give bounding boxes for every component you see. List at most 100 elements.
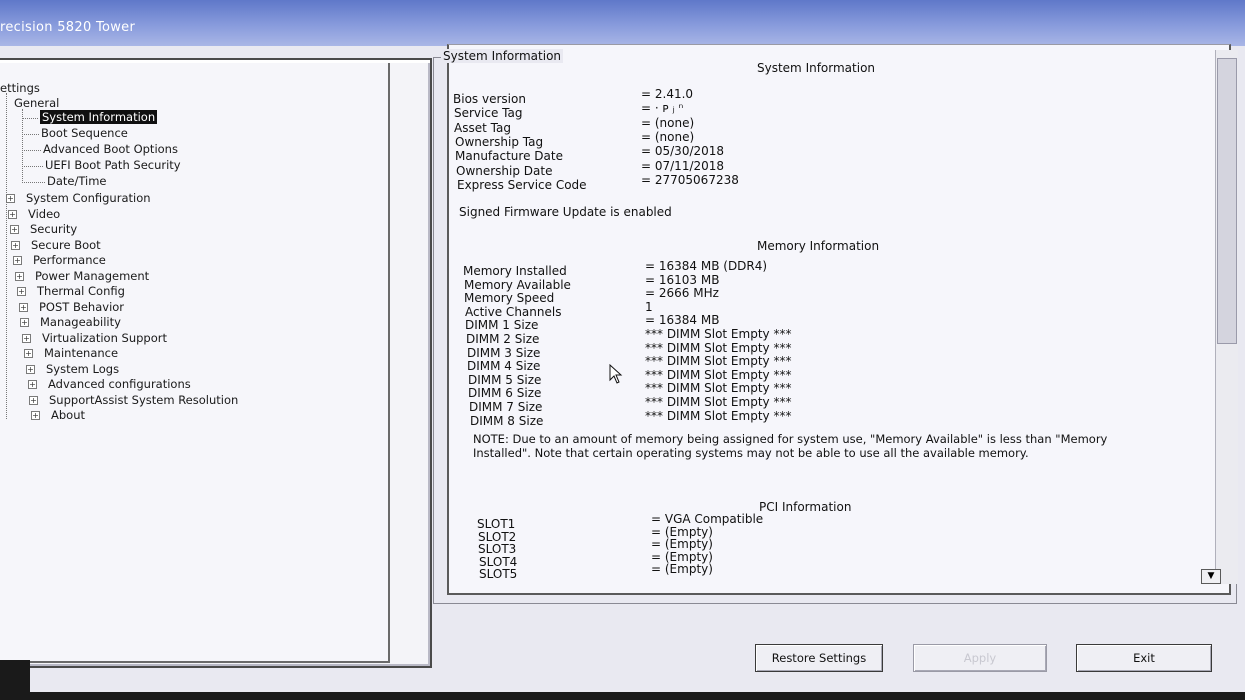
settings-tree-panel: ettings General System Information Boot Seq… (0, 58, 432, 668)
system-info-label: Service Tag (454, 106, 523, 121)
tree-item-system-information[interactable]: System Information (40, 110, 158, 124)
expand-icon[interactable]: + (31, 411, 40, 420)
tree-item-supportassist-system-resolution[interactable]: SupportAssist System Resolution (49, 393, 238, 407)
pci-info-value: = (Empty) (651, 562, 713, 577)
tree-item-boot-sequence-label: Boot Sequence (41, 126, 128, 140)
memory-info-label: DIMM 2 Size (466, 332, 540, 346)
tree-item-supportassist-system-resolution-label: SupportAssist System Resolution (49, 392, 239, 407)
expand-icon[interactable]: + (28, 380, 37, 389)
tree-item-virtualization-support-label: Virtualization Support (42, 330, 168, 345)
tree-connector (6, 93, 7, 419)
memory-info-value: 1 (645, 299, 653, 314)
tree-item-general[interactable]: General (14, 96, 59, 110)
firmware-update-note: Signed Firmware Update is enabled (459, 205, 672, 219)
system-info-value: = 05/30/2018 (641, 144, 725, 159)
system-info-value: = (none) (641, 129, 695, 144)
restore-settings-button[interactable]: Restore Settings (755, 644, 883, 672)
tree-item-advanced-boot-options[interactable]: Advanced Boot Options (43, 142, 178, 156)
tree-item-manageability[interactable]: Manageability (40, 315, 121, 329)
memory-note: NOTE: Due to an amount of memory being a… (473, 432, 1108, 460)
memory-info-label: DIMM 5 Size (468, 372, 542, 387)
expand-icon[interactable]: + (24, 349, 33, 358)
scroll-down-button[interactable]: ▼ (1201, 569, 1221, 584)
expand-icon[interactable]: + (10, 225, 19, 234)
tree-item-system-configuration[interactable]: System Configuration (26, 191, 151, 205)
memory-info-value: *** DIMM Slot Empty *** (645, 395, 792, 409)
memory-info-label: Memory Available (464, 277, 571, 292)
tree-item-security-label: Security (30, 222, 78, 236)
memory-info-label: DIMM 7 Size (469, 400, 543, 414)
memory-info-label: DIMM 3 Size (467, 345, 541, 360)
tree-item-virtualization-support[interactable]: Virtualization Support (42, 331, 167, 345)
tree-item-performance[interactable]: Performance (33, 253, 106, 267)
tree-item-system-logs-label: System Logs (46, 361, 120, 376)
monitor-bezel (0, 692, 1245, 700)
tree-item-about[interactable]: About (51, 408, 85, 422)
expand-icon[interactable]: + (6, 194, 15, 203)
tree-item-power-management[interactable]: Power Management (35, 269, 149, 283)
system-info-label: Bios version (453, 92, 526, 106)
tree-item-uefi-boot-path-security-label: UEFI Boot Path Security (45, 158, 181, 172)
settings-tree: ettings General System Information Boot Seq… (0, 63, 390, 663)
exit-button[interactable]: Exit (1076, 644, 1212, 672)
tree-item-post-behavior-label: POST Behavior (39, 299, 125, 314)
memory-info-value: *** DIMM Slot Empty *** (645, 367, 792, 382)
expand-icon[interactable]: + (26, 364, 35, 374)
group-label: System Information (441, 49, 564, 63)
memory-info-label: DIMM 6 Size (468, 386, 542, 401)
tree-item-date-time-label: Date/Time (47, 174, 107, 188)
memory-info-value: = 16103 MB (645, 272, 720, 287)
scrollbar-thumb[interactable] (1217, 58, 1237, 344)
system-info-value: = 07/11/2018 (641, 158, 725, 173)
tree-item-maintenance[interactable]: Maintenance (44, 346, 118, 360)
expand-icon[interactable]: + (17, 287, 26, 296)
expand-icon[interactable]: + (19, 302, 28, 312)
expand-icon[interactable]: + (15, 271, 24, 281)
tree-item-system-configuration-label: System Configuration (26, 191, 151, 205)
tree-item-security[interactable]: Security (30, 222, 77, 236)
system-info-value: = · ᴘ ⱼ ⁿ (641, 101, 684, 116)
tree-connector (22, 134, 39, 135)
expand-icon[interactable]: + (8, 209, 17, 219)
memory-info-value: *** DIMM Slot Empty *** (645, 340, 792, 355)
system-info-label: Asset Tag (454, 120, 511, 135)
memory-info-value: *** DIMM Slot Empty *** (645, 381, 792, 396)
apply-button[interactable]: Apply (913, 644, 1047, 672)
expand-icon[interactable]: + (13, 256, 22, 265)
memory-info-value: *** DIMM Slot Empty *** (645, 408, 792, 423)
memory-info-label: Memory Speed (464, 291, 555, 306)
memory-info-label: DIMM 4 Size (467, 359, 541, 374)
tree-item-general-label: General (14, 96, 60, 110)
system-info-label: Ownership Date (456, 163, 553, 178)
tree-item-about-label: About (51, 408, 86, 422)
memory-info-value: = 16384 MB (645, 313, 720, 328)
tree-item-system-logs[interactable]: System Logs (46, 362, 119, 376)
memory-info-label: Active Channels (465, 304, 562, 319)
tree-item-thermal-config[interactable]: Thermal Config (37, 284, 125, 298)
tree-item-power-management-label: Power Management (35, 268, 150, 283)
tree-item-uefi-boot-path-security[interactable]: UEFI Boot Path Security (45, 158, 181, 172)
tree-item-advanced-configurations[interactable]: Advanced configurations (48, 377, 191, 391)
content-pane[interactable]: System Information Bios version = 2.41.0 S… (447, 44, 1231, 595)
system-info-title: System Information (757, 61, 876, 75)
expand-icon[interactable]: + (20, 318, 29, 327)
tree-item-thermal-config-label: Thermal Config (37, 284, 125, 298)
tree-item-video[interactable]: Video (28, 207, 60, 221)
tree-item-date-time[interactable]: Date/Time (47, 174, 107, 188)
memory-info-label: Memory Installed (463, 264, 567, 278)
tree-item-maintenance-label: Maintenance (44, 346, 119, 360)
expand-icon[interactable]: + (11, 240, 20, 250)
tree-item-boot-sequence[interactable]: Boot Sequence (41, 126, 128, 140)
tree-connector (22, 182, 45, 183)
tree-connector (22, 150, 41, 151)
tree-item-post-behavior[interactable]: POST Behavior (39, 300, 124, 314)
expand-icon[interactable]: + (29, 395, 38, 405)
title-bar: recision 5820 Tower (0, 0, 1245, 46)
memory-info-title: Memory Information (757, 239, 880, 253)
tree-item-secure-boot[interactable]: Secure Boot (31, 238, 101, 252)
pci-info-title: PCI Information (759, 500, 852, 514)
memory-info-label: DIMM 8 Size (470, 413, 544, 428)
memory-info-label: DIMM 1 Size (465, 318, 539, 333)
expand-icon[interactable]: + (22, 333, 31, 343)
pci-info-label: SLOT5 (479, 567, 518, 582)
